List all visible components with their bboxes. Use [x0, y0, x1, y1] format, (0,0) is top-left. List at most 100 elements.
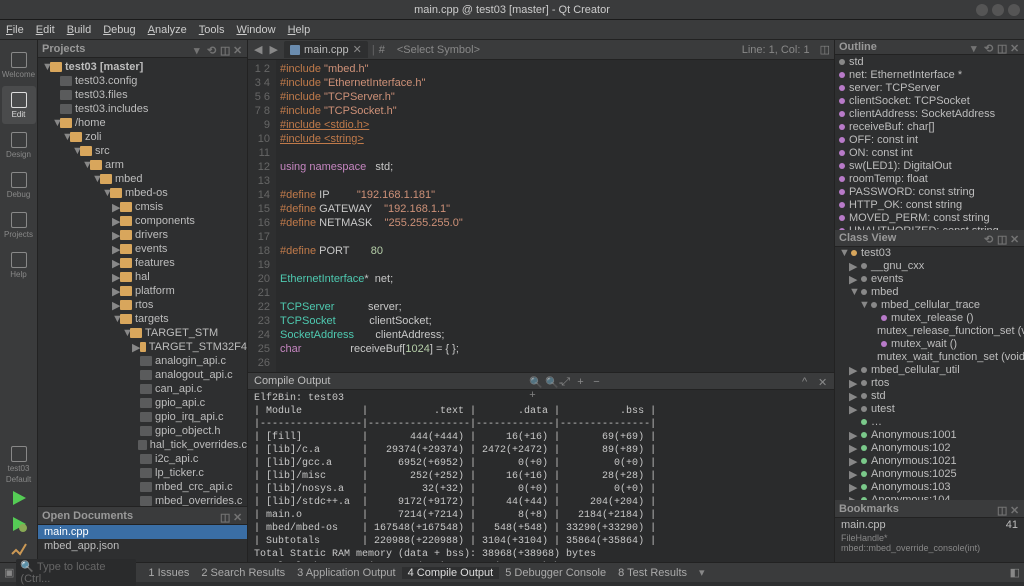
symbol-selector[interactable]: <Select Symbol> [397, 44, 480, 56]
status-tab-debugger-console[interactable]: 5 Debugger Console [499, 567, 612, 579]
split-icon[interactable]: ◫ [220, 511, 230, 521]
split-icon[interactable]: ◫ [997, 233, 1007, 243]
tree-file[interactable]: analogin_api.c [38, 354, 247, 368]
tree-folder[interactable]: ▼targets [38, 312, 247, 326]
mode-debug[interactable]: Debug [2, 166, 36, 204]
classview-item[interactable]: ▼mbed [835, 286, 1024, 299]
zoom-out-icon[interactable]: 🔍- [545, 376, 555, 386]
classview-item[interactable]: ▶mbed_cellular_util [835, 364, 1024, 377]
tab-close-icon[interactable]: ✕ [353, 43, 362, 56]
output-toggle-icon[interactable]: ▣ [4, 566, 14, 579]
tree-file[interactable]: gpio_object.h [38, 424, 247, 438]
sync-icon[interactable]: ⟲ [984, 233, 994, 243]
open-doc-item[interactable]: main.cpp [38, 525, 247, 539]
classview-item[interactable]: mutex_release () [835, 312, 1024, 325]
tree-folder[interactable]: ▶components [38, 214, 247, 228]
outline-item[interactable]: clientSocket: TCPSocket [835, 94, 1024, 107]
menu-edit[interactable]: Edit [36, 24, 55, 36]
classview-item[interactable]: mutex_wait () [835, 338, 1024, 351]
add-icon[interactable]: + [577, 376, 587, 386]
mode-edit[interactable]: Edit [2, 86, 36, 124]
open-doc-item[interactable]: mbed_app.json [38, 539, 247, 553]
split-icon[interactable]: ◫ [997, 42, 1007, 52]
sync-icon[interactable]: ⟲ [207, 44, 217, 54]
tree-file[interactable]: i2c_api.c [38, 452, 247, 466]
menu-window[interactable]: Window [236, 24, 275, 36]
close-output-icon[interactable]: ✕ [818, 376, 828, 386]
kit-selector[interactable]: test03 Default [2, 446, 36, 484]
outline-item[interactable]: receiveBuf: char[] [835, 120, 1024, 133]
tree-file[interactable]: hal_tick_overrides.c [38, 438, 247, 452]
mode-projects[interactable]: Projects [2, 206, 36, 244]
tree-file[interactable]: analogout_api.c [38, 368, 247, 382]
outline-item[interactable]: HTTP_OK: const string [835, 198, 1024, 211]
tree-file[interactable]: mbed_overrides.c [38, 494, 247, 506]
status-tab-test-results[interactable]: 8 Test Results [612, 567, 693, 579]
close-panel-icon[interactable]: ✕ [1010, 42, 1020, 52]
status-tab-issues[interactable]: 1 Issues [142, 567, 195, 579]
close-panel-icon[interactable]: ✕ [233, 44, 243, 54]
mode-design[interactable]: Design [2, 126, 36, 164]
editor-tab[interactable]: main.cpp ✕ [284, 41, 368, 58]
menu-analyze[interactable]: Analyze [148, 24, 187, 36]
bookmark-item[interactable]: main.cpp 41 [835, 518, 1024, 532]
tree-folder[interactable]: ▼arm [38, 158, 247, 172]
outline-item[interactable]: std [835, 55, 1024, 68]
filter-icon[interactable]: ▾ [194, 44, 204, 54]
split-icon[interactable]: ◫ [997, 504, 1007, 514]
close-panel-icon[interactable]: ✕ [1010, 233, 1020, 243]
menu-help[interactable]: Help [288, 24, 311, 36]
outline-item[interactable]: clientAddress: SocketAddress [835, 107, 1024, 120]
compile-output[interactable]: Elf2Bin: test03 | Module | .text | .data… [248, 390, 834, 562]
tree-folder[interactable]: ▼mbed-os [38, 186, 247, 200]
outline-item[interactable]: roomTemp: float [835, 172, 1024, 185]
tree-folder[interactable]: ▶events [38, 242, 247, 256]
tree-folder[interactable]: ▶cmsis [38, 200, 247, 214]
tree-file[interactable]: lp_ticker.c [38, 466, 247, 480]
tree-file[interactable]: mbed_crc_api.c [38, 480, 247, 494]
tree-folder[interactable]: ▶features [38, 256, 247, 270]
tree-file[interactable]: test03.includes [38, 102, 247, 116]
menu-build[interactable]: Build [67, 24, 91, 36]
classview-item[interactable]: ▶std [835, 390, 1024, 403]
code-area[interactable]: #include "mbed.h" #include "EthernetInte… [276, 60, 834, 372]
tree-folder[interactable]: ▶drivers [38, 228, 247, 242]
tree-file[interactable]: gpio_api.c [38, 396, 247, 410]
maximize-button[interactable] [992, 4, 1004, 16]
outline-item[interactable]: MOVED_PERM: const string [835, 211, 1024, 224]
mode-welcome[interactable]: Welcome [2, 46, 36, 84]
project-tree[interactable]: ▼test03 [master]test03.configtest03.file… [38, 58, 247, 506]
status-tab-application-output[interactable]: 3 Application Output [291, 567, 401, 579]
tree-folder[interactable]: ▶platform [38, 284, 247, 298]
menu-file[interactable]: File [6, 24, 24, 36]
classview-item[interactable]: ▶utest [835, 403, 1024, 416]
nav-forward-icon[interactable]: ▶ [268, 44, 280, 56]
classview-item[interactable]: … [835, 416, 1024, 429]
progress-toggle-icon[interactable]: ◧ [1010, 566, 1020, 579]
tree-folder[interactable]: ▶rtos [38, 298, 247, 312]
classview-item[interactable]: ▶__gnu_cxx [835, 260, 1024, 273]
tree-folder[interactable]: ▶TARGET_STM32F4 [38, 340, 247, 354]
filter-icon[interactable]: ▾ [971, 42, 981, 52]
split-icon[interactable]: ◫ [220, 44, 230, 54]
classview-item[interactable]: mutex_wait_function_set (void (*)( [835, 351, 1024, 364]
code-editor[interactable]: 1 2 3 4 5 6 7 8 9 10 11 12 13 14 15 16 1… [248, 60, 834, 372]
remove-icon[interactable]: − [593, 376, 603, 386]
classview-list[interactable]: ▼test03▶__gnu_cxx▶events▼mbed▼mbed_cellu… [835, 247, 1024, 500]
outline-item[interactable]: sw(LED1): DigitalOut [835, 159, 1024, 172]
classview-item[interactable]: ▼mbed_cellular_trace [835, 299, 1024, 312]
tree-folder[interactable]: ▼test03 [master] [38, 60, 247, 74]
outline-item[interactable]: OFF: const int [835, 133, 1024, 146]
classview-item[interactable]: mutex_release_function_set (void ( [835, 325, 1024, 338]
tree-folder[interactable]: ▼/home [38, 116, 247, 130]
menu-tools[interactable]: Tools [199, 24, 225, 36]
tree-folder[interactable]: ▶hal [38, 270, 247, 284]
outline-item[interactable]: ON: const int [835, 146, 1024, 159]
close-panel-icon[interactable]: ✕ [233, 511, 243, 521]
tree-folder[interactable]: ▼zoli [38, 130, 247, 144]
dropdown-icon[interactable]: ▾ [699, 566, 705, 579]
maximize-output-icon[interactable]: ^ [802, 376, 812, 386]
outline-item[interactable]: net: EthernetInterface * [835, 68, 1024, 81]
debug-run-icon[interactable] [9, 514, 29, 534]
tree-folder[interactable]: ▼mbed [38, 172, 247, 186]
